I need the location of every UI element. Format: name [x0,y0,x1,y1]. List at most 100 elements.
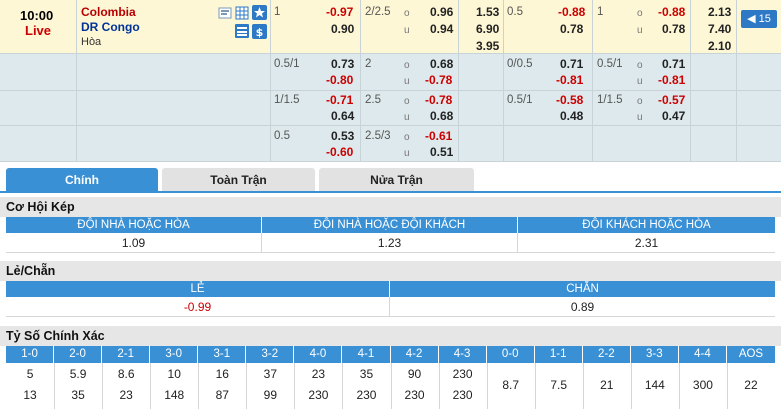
h1-1x2-away[interactable]: 7.40 [708,22,731,37]
score-odds[interactable]: 148 [150,385,198,405]
ft-ou-over-odds[interactable]: 0.68 [430,57,453,72]
score-odds[interactable]: 13 [6,385,54,405]
dollar-icon[interactable]: $ [252,24,267,39]
ft-1x2-draw[interactable]: 3.95 [476,39,499,54]
h1-hdp-away-odds[interactable]: -0.81 [556,73,583,88]
play-icon: ◀ [747,13,756,25]
score-odds[interactable]: 7.5 [535,375,583,395]
h1-ou-over-odds[interactable]: -0.57 [658,93,685,108]
away-or-draw-odds[interactable]: 2.31 [518,233,775,253]
h1-hdp-line: 0.5/1 [507,94,533,106]
away-or-draw-header: ĐỘI KHÁCH HOẶC HÒA [582,219,711,231]
score-odds[interactable]: 21 [583,375,631,395]
h1-hdp-home-odds[interactable]: -0.58 [556,93,583,108]
double-chance-title: Cơ Hội Kép [0,197,781,217]
ft-hdp-away-odds[interactable]: -0.80 [326,73,353,88]
more-markets-button[interactable]: ◀ 15 [741,10,777,28]
odds-row: 0.5/1 0.73 -0.80 2 o u 0.68 -0.78 0/0.5 … [0,54,781,91]
over-label: o [637,8,643,19]
h1-hdp-line: 0/0.5 [507,58,533,70]
score-header: 3-2 [246,346,295,363]
score-odds[interactable]: 37 [246,364,294,384]
score-odds[interactable]: 230 [439,364,487,384]
correct-score-title: Tỷ Số Chính Xác [0,326,781,346]
ft-ou-under-odds[interactable]: 0.94 [430,22,453,37]
score-odds[interactable]: 35 [54,385,102,405]
h1-ou-under-odds[interactable]: -0.81 [658,73,685,88]
ft-ou-over-odds[interactable]: -0.61 [425,129,452,144]
ft-hdp-home-odds[interactable]: -0.97 [326,5,353,20]
h1-hdp-away-odds[interactable]: 0.78 [560,22,583,37]
table-icon[interactable] [235,24,249,38]
favorite-star-icon[interactable] [252,5,267,20]
away-team[interactable]: DR Congo [81,20,140,35]
home-or-away-odds[interactable]: 1.23 [262,233,518,253]
ft-hdp-home-odds[interactable]: 0.73 [331,57,354,72]
score-header: 0-0 [487,346,535,363]
score-odds[interactable]: 144 [631,375,679,395]
h1-ou-over-odds[interactable]: 0.71 [662,57,685,72]
ft-hdp-home-odds[interactable]: -0.71 [326,93,353,108]
ft-ou-under-odds[interactable]: 0.68 [430,109,453,124]
h1-ou-line: 0.5/1 [597,58,623,70]
even-odds[interactable]: 0.89 [390,297,775,317]
ft-1x2-home[interactable]: 1.53 [476,5,499,20]
ft-ou-over-odds[interactable]: 0.96 [430,5,453,20]
ft-ou-under-odds[interactable]: 0.51 [430,145,453,160]
score-odds[interactable]: 99 [246,385,294,405]
under-label: u [404,25,410,36]
home-or-draw-odds[interactable]: 1.09 [6,233,262,253]
lineup-icon[interactable] [235,6,249,20]
score-odds[interactable]: 35 [342,364,390,384]
score-odds[interactable]: 5.9 [54,364,102,384]
odd-odds[interactable]: -0.99 [6,297,390,317]
odd-even-title: Lẻ/Chẵn [0,261,781,281]
correct-score-values: 5 5.9 8.6 10 16 37 23 35 90 230 13 35 23 148 87 99 230 23… [6,363,775,409]
h1-1x2-home[interactable]: 2.13 [708,5,731,20]
tab-full-match[interactable]: Toàn Trận [162,168,315,192]
home-team[interactable]: Colombia [81,5,136,20]
score-odds[interactable]: 230 [439,385,487,405]
score-odds[interactable]: 230 [342,385,390,405]
h1-1x2-draw[interactable]: 2.10 [708,39,731,54]
match-status: Live [25,23,52,38]
h1-ou-over-odds[interactable]: -0.88 [658,5,685,20]
h1-hdp-home-odds[interactable]: 0.71 [560,57,583,72]
score-odds[interactable]: 8.6 [102,364,150,384]
h1-ou-under-odds[interactable]: 0.47 [662,109,685,124]
score-odds[interactable]: 23 [294,364,342,384]
score-odds[interactable]: 22 [727,375,775,395]
ft-hdp-home-odds[interactable]: 0.53 [331,129,354,144]
over-label: o [404,60,410,71]
ft-ou-under-odds[interactable]: -0.78 [425,73,452,88]
score-odds[interactable]: 90 [391,364,439,384]
score-header: 2-0 [54,346,103,363]
score-odds[interactable]: 8.7 [487,375,535,395]
ft-hdp-away-odds[interactable]: 0.90 [331,22,354,37]
ft-1x2-away[interactable]: 6.90 [476,22,499,37]
score-odds[interactable]: 300 [679,375,727,395]
market-tabs: Chính Toàn Trận Nửa Trận [0,168,781,192]
score-odds[interactable]: 16 [198,364,246,384]
score-odds[interactable]: 5 [6,364,54,384]
score-header: 3-3 [631,346,679,363]
double-chance-header: ĐỘI NHÀ HOẶC HÒA ĐỘI NHÀ HOẶC ĐỘI KHÁCH … [6,217,775,233]
score-odds[interactable]: 10 [150,364,198,384]
tab-half-match[interactable]: Nửa Trận [319,168,474,192]
score-odds[interactable]: 87 [198,385,246,405]
draw-label: Hòa [81,36,102,48]
home-or-away-header: ĐỘI NHÀ HOẶC ĐỘI KHÁCH [262,217,518,233]
tab-main[interactable]: Chính [6,168,158,192]
ft-hdp-away-odds[interactable]: 0.64 [331,109,354,124]
score-odds[interactable]: 23 [102,385,150,405]
ft-ou-over-odds[interactable]: -0.78 [425,93,452,108]
score-odds[interactable]: 230 [294,385,342,405]
h1-hdp-home-odds[interactable]: -0.88 [558,5,585,20]
h1-hdp-away-odds[interactable]: 0.48 [560,109,583,124]
score-header: 1-0 [6,346,55,363]
h1-ou-under-odds[interactable]: 0.78 [662,22,685,37]
ft-hdp-away-odds[interactable]: -0.60 [326,145,353,160]
score-odds[interactable]: 230 [391,385,439,405]
stats-icon[interactable] [218,6,232,20]
score-header: AOS [738,348,764,360]
